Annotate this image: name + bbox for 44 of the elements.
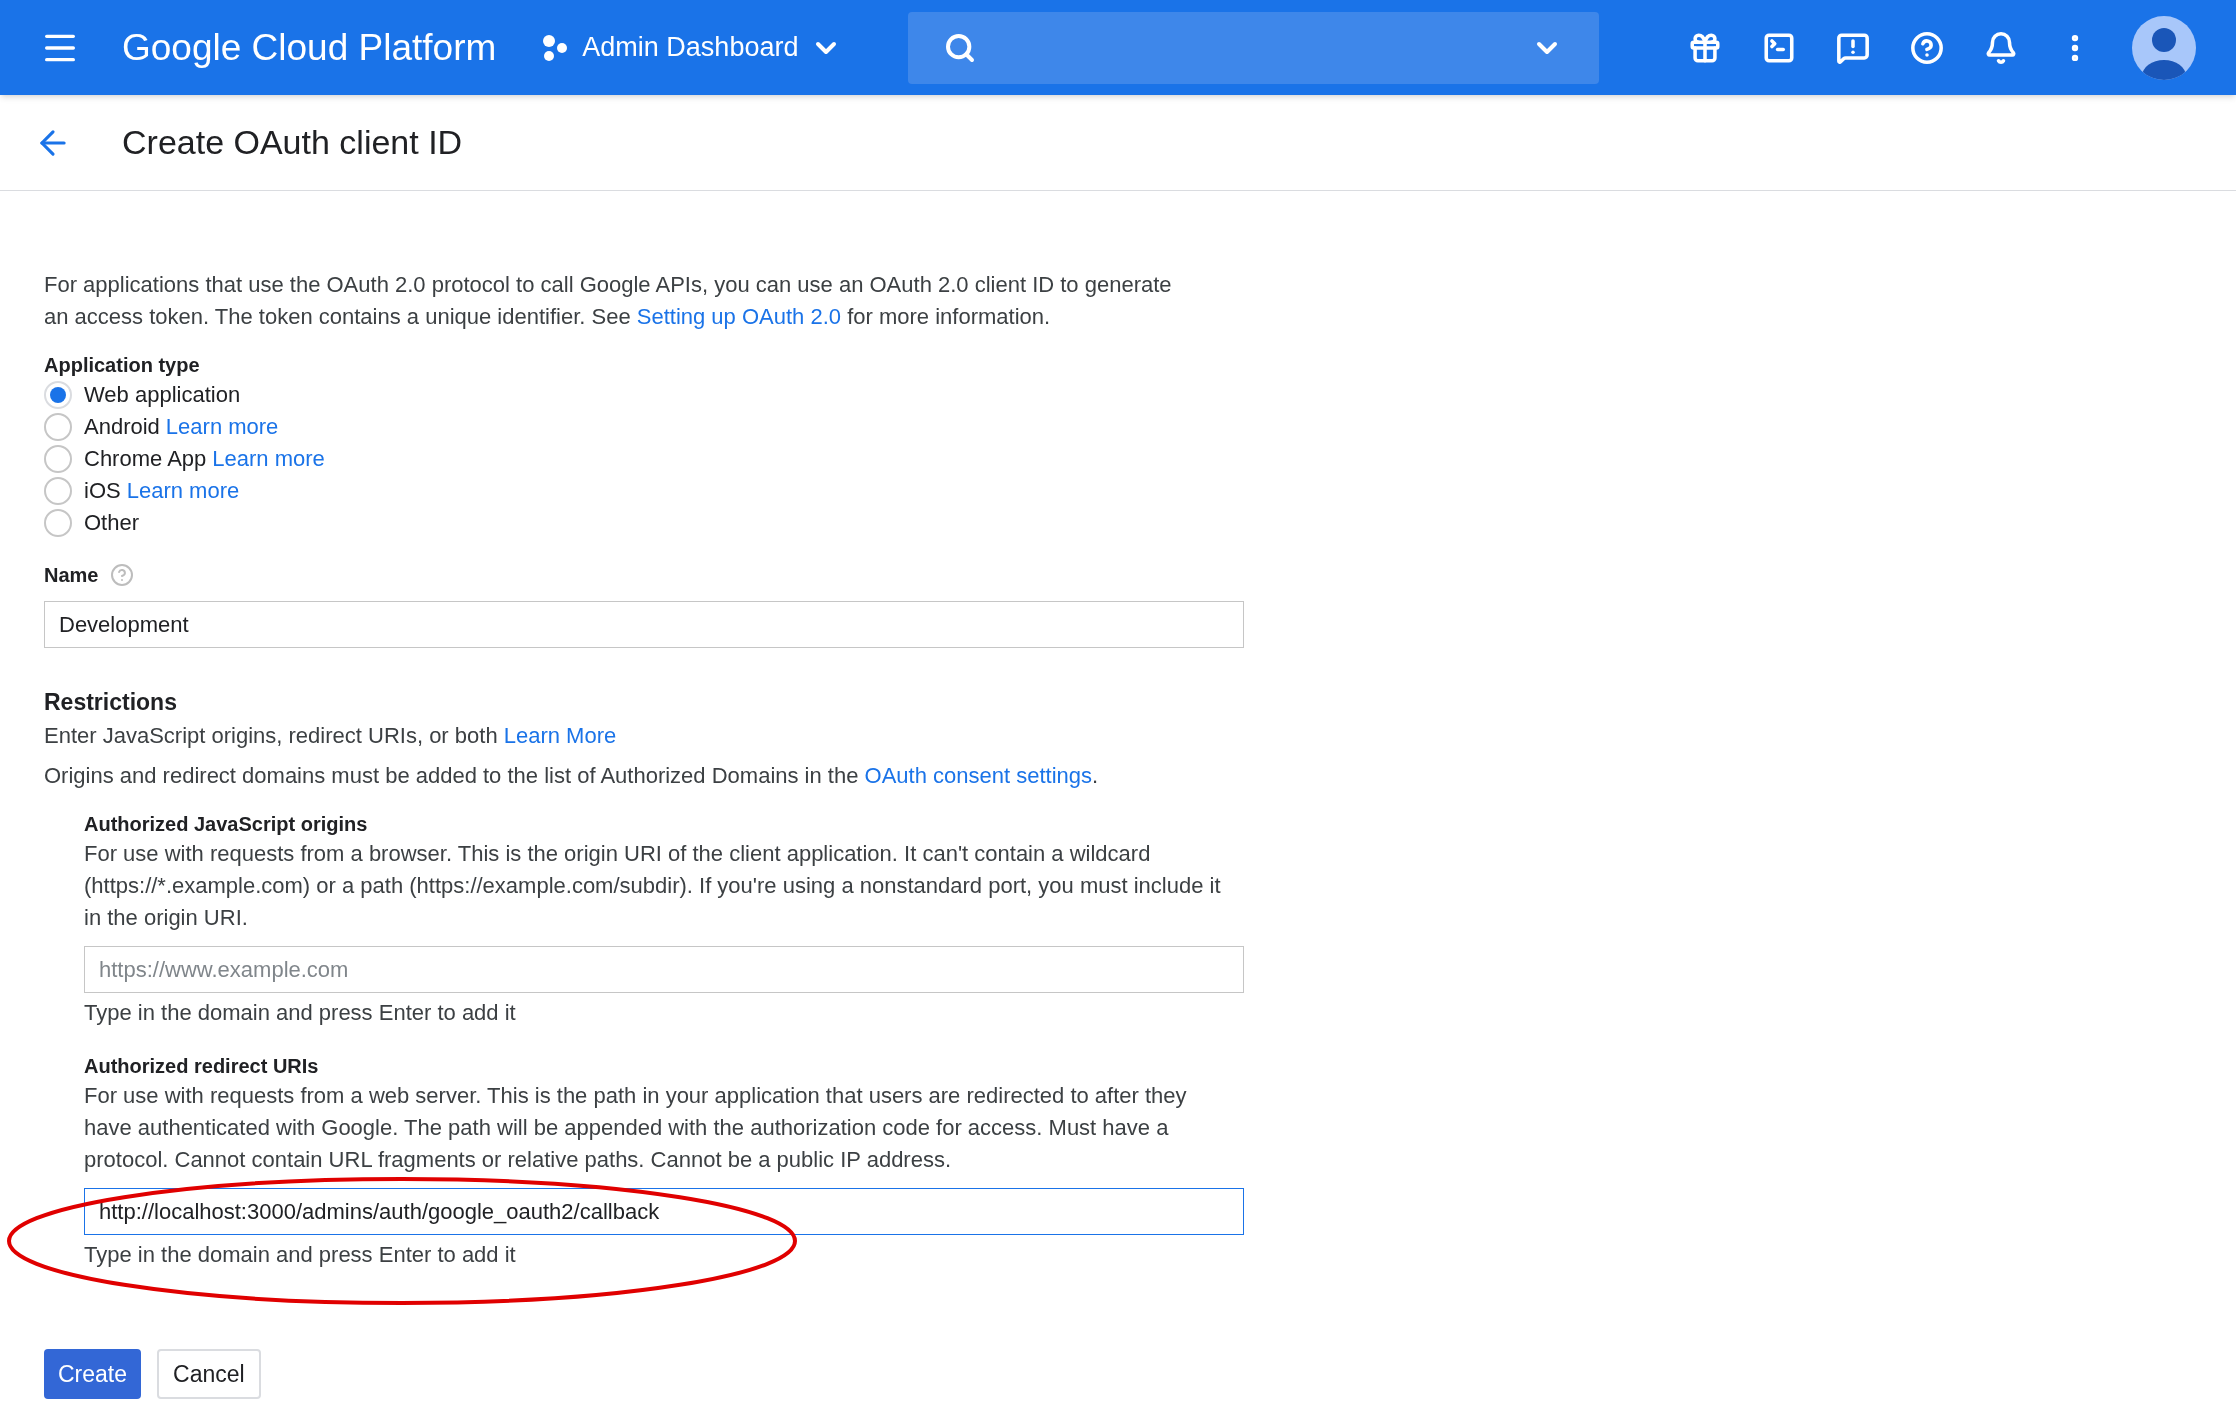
radio-button[interactable]	[44, 509, 72, 537]
description-text: For use with requests from a web server. This is the path in your application that users are redirected to after they have authenticated with Google. The path will be appended with the authorization code for access. Must have a protocol. Cannot contain URL fragments or relative paths. Cannot be a public IP address.	[84, 1082, 1188, 1174]
link[interactable]: OAuth consent settings	[864, 763, 1093, 788]
link[interactable]: Setting up OAuth 2.0	[636, 304, 842, 329]
radio-button[interactable]	[44, 477, 72, 505]
search-field[interactable]	[908, 11, 1600, 84]
hint-text: Type in the domain and press Enter to add it	[84, 999, 517, 1027]
link[interactable]: Learn more	[126, 478, 240, 503]
notifications-icon[interactable]	[1984, 30, 2018, 65]
field-label: Name	[44, 563, 99, 588]
intro-text: For applications that use the OAuth 2.0 protocol to call Google APIs, you can use an OAuth 2.0 client ID to generate an access token. The token contains a unique identifier. See Setting up OAuth 2.0 for more information.	[44, 271, 1173, 331]
radio-label: Android	[84, 413, 160, 441]
uri-field[interactable]: http://localhost:3000/admins/auth/google_oauth2/callback	[84, 1188, 1244, 1235]
link[interactable]: Learn more	[165, 414, 279, 439]
description-text: For use with requests from a browser. This is the origin URI of the client application. It can't contain a wildcard (https://*.example.com) or a path (https://example.com/subdir). If you're using a nonstandard port, you must include it in the origin URI.	[84, 840, 1222, 932]
link[interactable]: Learn more	[212, 446, 325, 471]
help-icon[interactable]	[1910, 30, 1944, 65]
project-selector[interactable]: Admin Dashboard	[540, 27, 843, 68]
uri-field[interactable]: https://www.example.com	[84, 946, 1244, 993]
page-title: Create OAuth client ID	[122, 122, 463, 163]
restrictions-text: Enter JavaScript origins, redirect URIs, or both Learn More	[44, 722, 618, 750]
radio-button[interactable]	[44, 413, 72, 441]
section-title: Restrictions	[44, 688, 178, 717]
feedback-icon[interactable]	[1836, 30, 1870, 65]
name-field[interactable]: Development	[44, 601, 1244, 648]
gift-icon[interactable]	[1688, 30, 1722, 65]
radio-label: Other	[84, 509, 140, 537]
radio-label: Chrome App	[84, 445, 207, 473]
help-icon	[110, 563, 135, 587]
hint-text: Type in the domain and press Enter to add it	[84, 1241, 517, 1269]
subsection-title: Authorized JavaScript origins	[84, 812, 369, 837]
product-name: Google Cloud Platform	[122, 25, 497, 70]
search-icon	[944, 31, 977, 64]
radio-label: Web application	[84, 381, 241, 409]
field-label: Application type	[44, 353, 201, 378]
subsection-title: Authorized redirect URIs	[84, 1054, 320, 1079]
terminal-icon[interactable]	[1762, 30, 1796, 65]
create-button[interactable]: Create	[44, 1349, 142, 1399]
radio-button[interactable]	[44, 445, 72, 473]
restrictions-text: Origins and redirect domains must be added to the list of Authorized Domains in the OAuth consent settings.	[44, 762, 1100, 790]
radio-button[interactable]	[44, 381, 72, 409]
cancel-button[interactable]: Cancel	[157, 1349, 261, 1399]
link[interactable]: Learn More	[503, 723, 617, 748]
radio-label: iOS	[84, 477, 121, 505]
